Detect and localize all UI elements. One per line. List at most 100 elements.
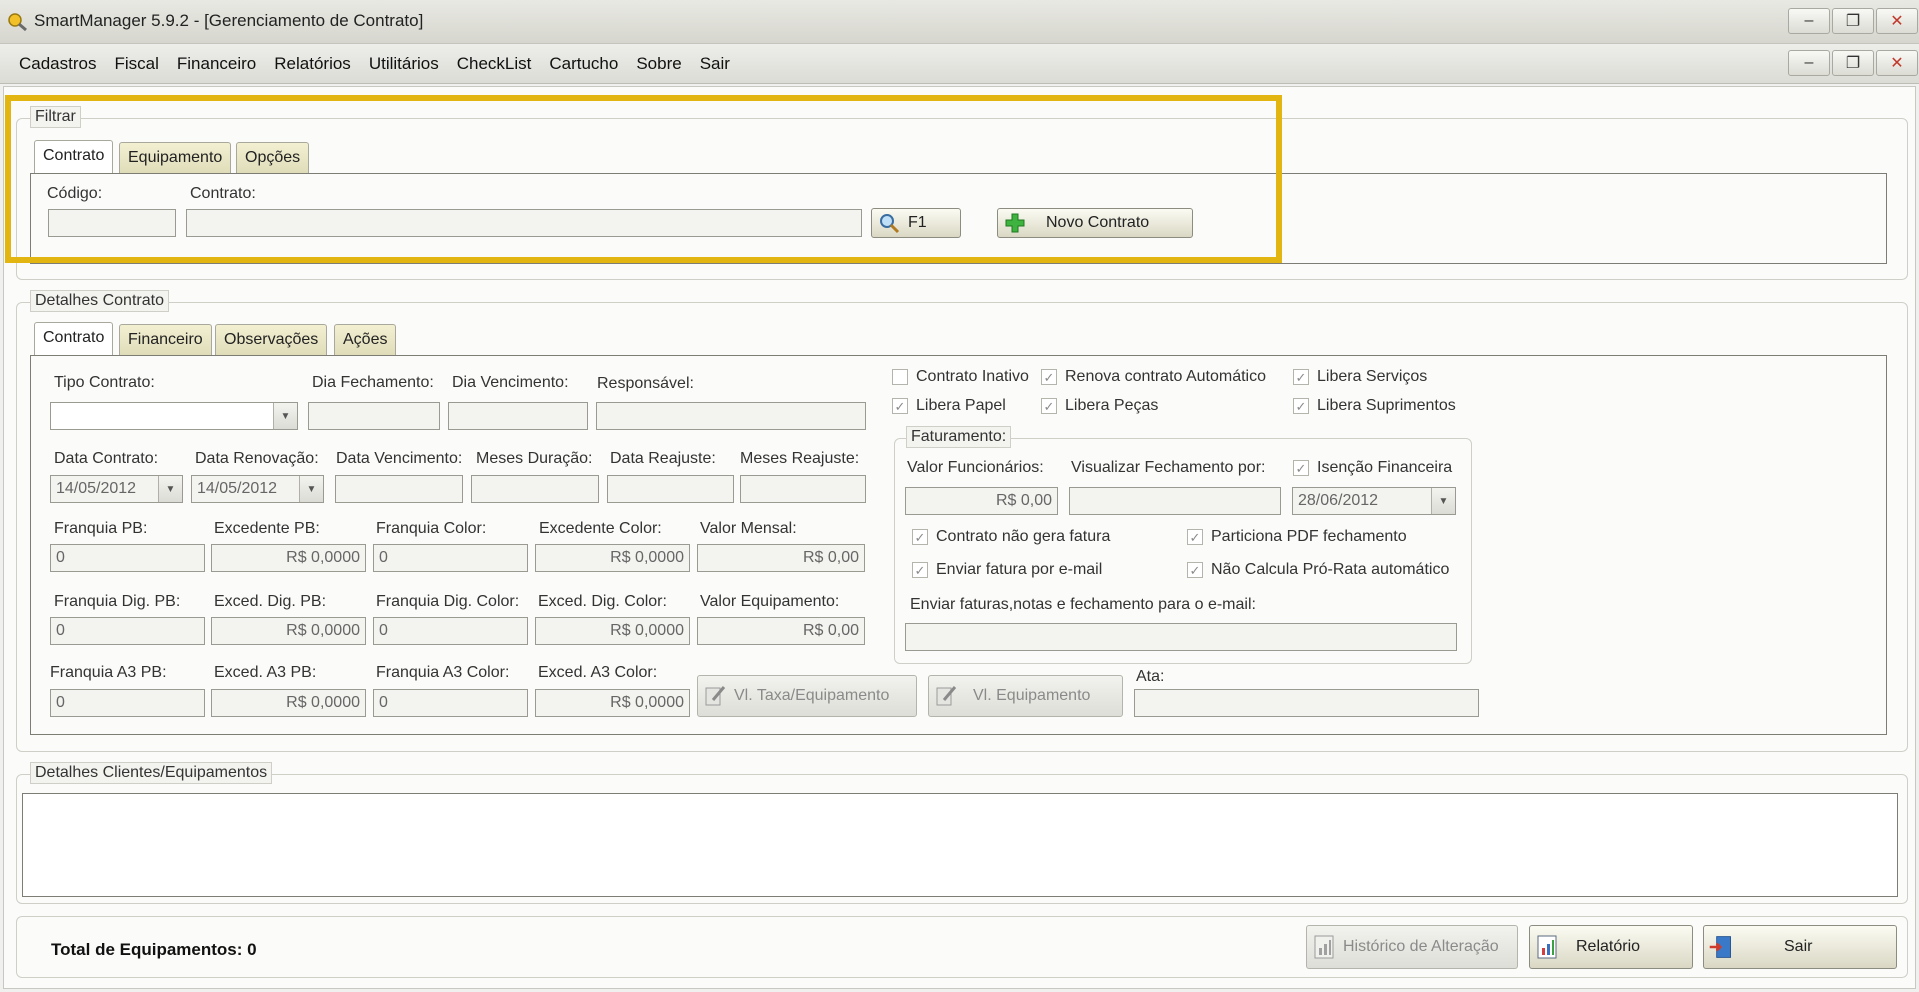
meses-reajuste-input[interactable] [740, 475, 866, 503]
valor-mensal-input[interactable]: R$ 0,00 [697, 544, 865, 572]
particiona-pdf-checkbox[interactable]: ✓ Particiona PDF fechamento [1187, 528, 1407, 546]
nao-gera-fatura-checkbox[interactable]: ✓ Contrato não gera fatura [912, 528, 1110, 546]
exced-a3-pb-input[interactable]: R$ 0,0000 [211, 689, 366, 717]
responsavel-label: Responsável: [597, 375, 694, 392]
exced-a3-color-label: Exced. A3 Color: [538, 664, 658, 681]
window-close-button[interactable]: ✕ [1876, 8, 1918, 34]
chevron-down-icon[interactable]: ▼ [299, 476, 323, 502]
menu-utilitarios[interactable]: Utilitários [360, 52, 448, 76]
clientes-equipamentos-list[interactable] [22, 793, 1898, 897]
isencao-financeira-checkbox[interactable]: ✓ Isenção Financeira [1293, 459, 1452, 477]
franquia-a3-pb-input[interactable]: 0 [50, 689, 205, 717]
exced-dig-color-input[interactable]: R$ 0,0000 [535, 617, 690, 645]
exced-dig-pb-input[interactable]: R$ 0,0000 [211, 617, 366, 645]
faturamento-legend: Faturamento: [906, 426, 1012, 448]
visualizar-fechamento-input[interactable] [1069, 487, 1281, 515]
libera-papel-checkbox[interactable]: ✓ Libera Papel [892, 397, 1006, 415]
tab-detalhes-contrato[interactable]: Contrato [34, 322, 114, 356]
excedente-pb-label: Excedente PB: [214, 520, 320, 537]
responsavel-input[interactable] [596, 402, 866, 430]
sair-label: Sair [1784, 938, 1813, 955]
mdi-minimize-button[interactable]: – [1788, 50, 1830, 76]
libera-suprimentos-label: Libera Suprimentos [1317, 397, 1456, 414]
enviar-email-checkbox[interactable]: ✓ Enviar fatura por e-mail [912, 561, 1102, 579]
libera-servicos-checkbox[interactable]: ✓ Libera Serviços [1293, 368, 1427, 386]
menu-checklist[interactable]: CheckList [448, 52, 541, 76]
franquia-a3-pb-label: Franquia A3 PB: [50, 664, 167, 681]
menu-cartucho[interactable]: Cartucho [540, 52, 627, 76]
nao-calcula-checkbox[interactable]: ✓ Não Calcula Pró-Rata automático [1187, 561, 1449, 579]
meses-duracao-input[interactable] [471, 475, 599, 503]
vl-equipamento-button[interactable]: Vl. Equipamento [928, 675, 1123, 717]
exit-door-icon [1708, 934, 1734, 960]
nao-gera-fatura-label: Contrato não gera fatura [936, 528, 1111, 545]
check-icon: ✓ [1293, 369, 1309, 385]
isencao-date-picker[interactable]: 28/06/2012 ▼ [1292, 487, 1456, 515]
window-restore-button[interactable]: ❐ [1832, 8, 1874, 34]
visualizar-fechamento-label: Visualizar Fechamento por: [1071, 459, 1266, 476]
detalhes-contrato-legend: Detalhes Contrato [30, 290, 169, 312]
libera-suprimentos-checkbox[interactable]: ✓ Libera Suprimentos [1293, 397, 1456, 415]
ata-input[interactable] [1134, 689, 1479, 717]
menu-fiscal[interactable]: Fiscal [105, 52, 167, 76]
libera-pecas-checkbox[interactable]: ✓ Libera Peças [1041, 397, 1158, 415]
excedente-color-input[interactable]: R$ 0,0000 [535, 544, 690, 572]
exced-dig-pb-label: Exced. Dig. PB: [214, 593, 327, 610]
franquia-a3-color-input[interactable]: 0 [373, 689, 528, 717]
dia-vencimento-input[interactable] [448, 402, 588, 430]
menu-cadastros[interactable]: Cadastros [10, 52, 105, 76]
valor-funcionarios-input[interactable]: R$ 0,00 [905, 487, 1058, 515]
check-icon: ✓ [1187, 529, 1203, 545]
check-icon: ✓ [1041, 369, 1057, 385]
franquia-dig-color-label: Franquia Dig. Color: [376, 593, 520, 610]
isencao-financeira-label: Isenção Financeira [1317, 459, 1453, 476]
contrato-inativo-checkbox[interactable]: Contrato Inativo [892, 368, 1029, 386]
data-renovacao-value: 14/05/2012 [197, 480, 278, 497]
data-renovacao-picker[interactable]: 14/05/2012 ▼ [191, 475, 324, 503]
relatorio-button[interactable]: Relatório [1529, 925, 1693, 969]
exced-a3-color-input[interactable]: R$ 0,0000 [535, 689, 690, 717]
data-vencimento-label: Data Vencimento: [336, 450, 463, 467]
email-input[interactable] [905, 623, 1457, 651]
mdi-restore-button[interactable]: ❐ [1832, 50, 1874, 76]
tab-detalhes-acoes[interactable]: Ações [334, 324, 397, 356]
franquia-pb-input[interactable]: 0 [50, 544, 205, 572]
historico-alteracao-button[interactable]: Histórico de Alteração [1306, 925, 1518, 969]
valor-equipamento-input[interactable]: R$ 0,00 [697, 617, 865, 645]
relatorio-label: Relatório [1576, 938, 1641, 955]
valor-mensal-label: Valor Mensal: [700, 520, 797, 537]
tab-detalhes-observacoes[interactable]: Observações [215, 324, 328, 356]
franquia-color-input[interactable]: 0 [373, 544, 528, 572]
menu-financeiro[interactable]: Financeiro [168, 52, 265, 76]
menu-sobre[interactable]: Sobre [627, 52, 690, 76]
window-minimize-button[interactable]: – [1788, 8, 1830, 34]
chevron-down-icon[interactable]: ▼ [1431, 488, 1455, 514]
libera-pecas-label: Libera Peças [1065, 397, 1159, 414]
menu-relatorios[interactable]: Relatórios [265, 52, 360, 76]
tipo-contrato-select[interactable]: ▼ [50, 402, 298, 430]
window-title: SmartManager 5.9.2 - [Gerenciamento de C… [34, 11, 424, 30]
edit-document-icon [933, 683, 959, 709]
tipo-contrato-label: Tipo Contrato: [54, 374, 155, 391]
mdi-close-button[interactable]: ✕ [1876, 50, 1918, 76]
chevron-down-icon[interactable]: ▼ [158, 476, 182, 502]
sair-button[interactable]: Sair [1703, 925, 1897, 969]
meses-reajuste-label: Meses Reajuste: [740, 450, 860, 467]
dia-fechamento-input[interactable] [308, 402, 440, 430]
check-icon: ✓ [1041, 398, 1057, 414]
enviar-email-label: Enviar fatura por e-mail [936, 561, 1103, 578]
franquia-dig-pb-input[interactable]: 0 [50, 617, 205, 645]
data-contrato-picker[interactable]: 14/05/2012 ▼ [50, 475, 183, 503]
renova-automatico-label: Renova contrato Automático [1065, 368, 1267, 385]
data-reajuste-input[interactable] [607, 475, 734, 503]
vl-taxa-equipamento-button[interactable]: Vl. Taxa/Equipamento [697, 675, 917, 717]
data-vencimento-input[interactable] [335, 475, 463, 503]
excedente-pb-input[interactable]: R$ 0,0000 [211, 544, 366, 572]
menu-sair[interactable]: Sair [691, 52, 739, 76]
exced-a3-pb-label: Exced. A3 PB: [214, 664, 317, 681]
renova-automatico-checkbox[interactable]: ✓ Renova contrato Automático [1041, 368, 1266, 386]
franquia-dig-color-input[interactable]: 0 [373, 617, 528, 645]
chevron-down-icon[interactable]: ▼ [273, 403, 297, 429]
tab-detalhes-financeiro[interactable]: Financeiro [119, 324, 212, 356]
data-contrato-value: 14/05/2012 [56, 480, 137, 497]
